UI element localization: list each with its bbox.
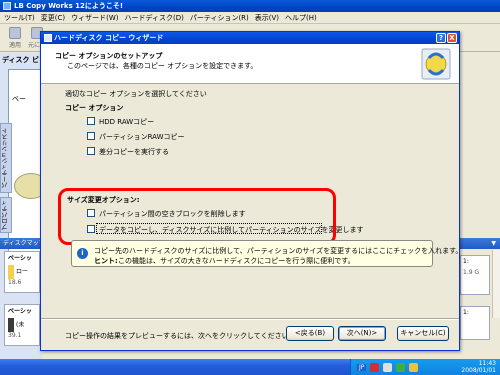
hint-label: ヒント:	[94, 257, 118, 265]
hint-line-1: コピー先のハードディスクのサイズに比例して、パーティションのサイズを変更するには…	[94, 247, 463, 255]
app-title-text: LB Copy Works 12にようこそ!	[14, 2, 124, 10]
copy-options-heading: コピー オプション	[65, 104, 124, 112]
hdd-raw-label[interactable]: HDD RAWコピー	[99, 117, 154, 127]
remove-free-blocks-label[interactable]: パーティション間の空きブロックを削除します	[99, 209, 246, 219]
apply-label: 適用	[8, 42, 21, 49]
tray-app-icon[interactable]	[409, 362, 419, 372]
disk-view-heading: ディスク ビ	[2, 56, 39, 64]
menu-view[interactable]: 表示(V)	[255, 12, 279, 23]
partition-swatch	[8, 265, 14, 279]
basic-disk-card-1[interactable]: ベーシッ ロー 18.6	[4, 251, 40, 293]
clock-time: 11:43	[478, 360, 496, 367]
basic-disk-1-size: 18.6	[8, 279, 22, 286]
partition-raw-label[interactable]: パーティションRAWコピー	[99, 132, 185, 142]
info-icon: i	[77, 248, 88, 259]
disk-map-scrollbar[interactable]	[492, 250, 500, 318]
partition-swatch	[8, 318, 14, 332]
wizard-header: コピー オプションのセットアップ このページでは、各種のコピー オプションを設定…	[41, 44, 459, 84]
diff-copy-label[interactable]: 差分コピーを実行する	[99, 147, 169, 157]
proportional-resize-checkbox[interactable]	[87, 225, 95, 233]
partition-card-right-2-label: 1:	[463, 309, 469, 316]
copy-disk-logo-icon	[421, 48, 451, 80]
menu-harddisk[interactable]: ハードディスク(D)	[125, 12, 184, 23]
remove-free-blocks-checkbox[interactable]	[87, 209, 95, 217]
app-menu-bar: ツール(T) 変更(C) ウィザード(W) ハードディスク(D) パーティション…	[0, 12, 500, 24]
wizard-title-bar: ハードディスク コピー ウィザード ? X	[41, 32, 459, 44]
wizard-window-icon	[44, 34, 52, 42]
wizard-page-title: コピー オプションのセットアップ	[55, 52, 163, 60]
volume-icon[interactable]	[383, 362, 393, 372]
resize-options-heading: サイズ変更オプション:	[67, 196, 140, 204]
partition-card-right-2[interactable]: 1:	[460, 306, 490, 340]
close-button[interactable]: X	[447, 33, 457, 43]
basic-disk-1-header: ベーシッ	[8, 255, 32, 262]
tab-partition-list[interactable]: パーティションリスト	[0, 123, 12, 193]
collapse-arrow-icon[interactable]: ▼	[491, 238, 496, 249]
menu-tools[interactable]: ツール(T)	[4, 12, 35, 23]
hint-tooltip: i コピー先のハードディスクのサイズに比例して、パーティションのサイズを変更する…	[71, 240, 462, 267]
next-button[interactable]: 次へ(N)>	[338, 326, 386, 341]
basic-disk-2-size: 39.1	[8, 332, 22, 339]
button-separator	[41, 318, 459, 320]
menu-help[interactable]: ヘルプ(H)	[285, 12, 317, 23]
taskbar: JP 11:43 2008/01/01	[0, 359, 500, 375]
basic-disk-card-2[interactable]: ベーシッ (未 39.1	[4, 304, 40, 346]
partition-card-right-1-label: 1:	[463, 258, 469, 265]
cancel-button[interactable]: キャンセル(C)	[397, 326, 449, 341]
disk-map-label: ディスクマップ	[3, 240, 45, 247]
partition-card-right-1[interactable]: 1: 1.9 G	[460, 255, 490, 295]
apply-icon	[9, 27, 21, 39]
basic-disk-2-label: (未	[16, 321, 25, 329]
hdd-raw-checkbox[interactable]	[87, 117, 95, 125]
footer-prompt: コピー操作の結果をプレビューするには、次へをクリックしてください	[65, 332, 289, 340]
menu-wizard[interactable]: ウィザード(W)	[71, 12, 118, 23]
system-tray: JP 11:43 2008/01/01	[350, 359, 500, 375]
hint-text: この機能は、サイズの大きなハードディスクにコピーを行う際に便利です。	[118, 257, 355, 265]
app-title-bar: LB Copy Works 12にようこそ!	[0, 0, 500, 12]
app-logo-icon	[3, 2, 11, 10]
wizard-page-subtitle: このページでは、各種のコピー オプションを設定できます。	[67, 62, 258, 70]
clock-date: 2008/01/01	[461, 367, 496, 374]
menu-change[interactable]: 変更(C)	[41, 12, 65, 23]
back-button[interactable]: <戻る(B)	[286, 326, 334, 341]
partition-raw-checkbox[interactable]	[87, 132, 95, 140]
basic-disk-1-label: ロー	[16, 268, 29, 276]
diff-copy-checkbox[interactable]	[87, 147, 95, 155]
security-icon[interactable]	[370, 362, 380, 372]
apply-button[interactable]: 適用	[4, 26, 26, 50]
tab-properties[interactable]: プロパティ	[0, 197, 12, 233]
hard-disk-copy-wizard: ハードディスク コピー ウィザード ? X コピー オプションのセットアップ こ…	[40, 31, 462, 351]
panel-snippet-text: ベー	[12, 95, 26, 103]
network-icon[interactable]	[396, 362, 406, 372]
partition-card-right-1-size: 1.9 G	[463, 269, 480, 276]
basic-disk-2-header: ベーシッ	[8, 308, 32, 315]
wizard-title: ハードディスク コピー ウィザード	[54, 34, 164, 42]
language-indicator[interactable]: JP	[357, 363, 367, 371]
menu-partition[interactable]: パーティション(R)	[190, 12, 249, 23]
clock[interactable]: 11:43 2008/01/01	[461, 360, 500, 374]
wizard-body: 適切なコピー オプションを選択してください コピー オプション HDD RAWコ…	[41, 85, 462, 340]
help-button[interactable]: ?	[436, 33, 446, 43]
selection-prompt: 適切なコピー オプションを選択してください	[65, 90, 207, 98]
proportional-resize-label[interactable]: データをコピーし、ディスクサイズに比例してパーティションのサイズを変更します	[99, 225, 363, 235]
